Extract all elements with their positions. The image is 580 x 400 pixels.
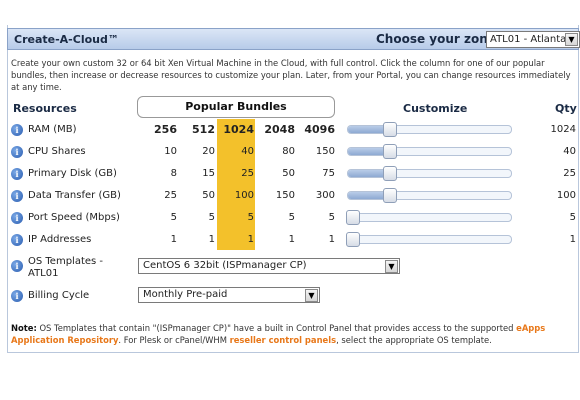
resource-label: RAM (MB) <box>28 124 77 135</box>
resource-label: Data Transfer (GB) <box>28 190 121 201</box>
zone-select[interactable]: ATL01 - Atlanta ▼ <box>486 31 580 48</box>
panel-titlebar: Create-A-Cloud™ Choose your zone: ATL01 … <box>7 28 580 50</box>
chevron-down-icon[interactable]: ▼ <box>385 260 398 273</box>
qty-header: Qty <box>555 102 577 115</box>
bundle-value-cell[interactable]: 25 <box>216 168 254 179</box>
billing-cycle-label: Billing Cycle <box>28 290 90 301</box>
slider-thumb[interactable] <box>346 210 360 225</box>
bundle-value-cell[interactable]: 15 <box>177 168 215 179</box>
slider-thumb[interactable] <box>382 122 397 137</box>
intro-text: Create your own custom 32 or 64 bit Xen … <box>11 58 571 92</box>
note-prefix: Note: <box>11 323 37 333</box>
resource-row: i Port Speed (Mbps) 5 5 5 5 5 5 <box>0 208 580 230</box>
resource-row: i Primary Disk (GB) 8 15 25 50 75 25 <box>0 164 580 186</box>
resource-slider-track[interactable] <box>347 191 512 200</box>
slider-thumb[interactable] <box>346 232 360 247</box>
slider-thumb[interactable] <box>382 188 397 203</box>
info-icon[interactable]: i <box>11 260 23 272</box>
resource-label: CPU Shares <box>28 146 86 157</box>
note-text-3: , select the appropriate OS template. <box>336 335 492 345</box>
qty-value: 40 <box>563 146 576 157</box>
resource-row: i IP Addresses 1 1 1 1 1 1 <box>0 230 580 252</box>
resource-slider-track[interactable] <box>347 169 512 178</box>
qty-value: 1 <box>569 234 576 245</box>
billing-cycle-select[interactable]: Monthly Pre-paid ▼ <box>138 287 320 303</box>
chevron-down-icon[interactable]: ▼ <box>305 289 318 302</box>
qty-value: 5 <box>569 212 576 223</box>
customize-header: Customize <box>403 102 468 115</box>
bundle-value-cell[interactable]: 5 <box>177 212 215 223</box>
bundle-value-cell[interactable]: 4096 <box>297 123 335 136</box>
qty-value: 25 <box>563 168 576 179</box>
info-icon[interactable]: i <box>11 190 23 202</box>
bundle-value-cell[interactable]: 256 <box>139 123 177 136</box>
note-text-2: . For Plesk or cPanel/WHM <box>118 335 230 345</box>
os-templates-label: OS Templates - ATL01 <box>28 256 104 279</box>
bundle-value-cell[interactable]: 100 <box>216 190 254 201</box>
bundle-value-cell[interactable]: 1 <box>177 234 215 245</box>
slider-thumb[interactable] <box>382 166 397 181</box>
info-icon[interactable]: i <box>11 168 23 180</box>
bundle-value-cell[interactable]: 8 <box>139 168 177 179</box>
note-text-1: OS Templates that contain "(ISPmanager C… <box>36 323 517 333</box>
zone-label: Choose your zone: <box>376 32 501 46</box>
bundle-value-cell[interactable]: 5 <box>139 212 177 223</box>
bundle-value-cell[interactable]: 25 <box>139 190 177 201</box>
bundle-value-cell[interactable]: 1 <box>216 234 254 245</box>
popular-bundles-header: Popular Bundles <box>137 96 335 118</box>
resource-slider-track[interactable] <box>347 147 512 156</box>
qty-value: 1024 <box>550 124 576 135</box>
bundle-value-cell[interactable]: 1024 <box>216 123 254 136</box>
resource-row: i RAM (MB) 256 512 1024 2048 4096 1024 <box>0 120 580 142</box>
bundle-value-cell[interactable]: 1 <box>257 234 295 245</box>
bundle-value-cell[interactable]: 512 <box>177 123 215 136</box>
bundle-value-cell[interactable]: 40 <box>216 146 254 157</box>
resource-label: Primary Disk (GB) <box>28 168 117 179</box>
info-icon[interactable]: i <box>11 212 23 224</box>
resource-slider-track[interactable] <box>347 213 512 222</box>
zone-select-value: ATL01 - Atlanta <box>490 34 567 45</box>
info-icon[interactable]: i <box>11 124 23 136</box>
note-text: Note: OS Templates that contain "(ISPman… <box>11 322 571 346</box>
bundle-value-cell[interactable]: 5 <box>216 212 254 223</box>
bundle-value-cell[interactable]: 80 <box>257 146 295 157</box>
resources-header: Resources <box>13 102 77 115</box>
bundle-value-cell[interactable]: 50 <box>177 190 215 201</box>
bundle-value-cell[interactable]: 1 <box>297 234 335 245</box>
billing-cycle-row: i Billing Cycle Monthly Pre-paid ▼ <box>0 286 580 308</box>
bundle-value-cell[interactable]: 20 <box>177 146 215 157</box>
resource-row: i Data Transfer (GB) 25 50 100 150 300 100 <box>0 186 580 208</box>
info-icon[interactable]: i <box>11 234 23 246</box>
bundle-value-cell[interactable]: 5 <box>257 212 295 223</box>
resource-label: IP Addresses <box>28 234 92 245</box>
panel-title: Create-A-Cloud™ <box>14 33 119 46</box>
resource-slider-track[interactable] <box>347 235 512 244</box>
resource-slider-track[interactable] <box>347 125 512 134</box>
bundle-value-cell[interactable]: 2048 <box>257 123 295 136</box>
bundle-value-cell[interactable]: 1 <box>139 234 177 245</box>
os-template-select[interactable]: CentOS 6 32bit (ISPmanager CP) ▼ <box>138 258 400 274</box>
resource-row: i CPU Shares 10 20 40 80 150 40 <box>0 142 580 164</box>
bundle-value-cell[interactable]: 150 <box>297 146 335 157</box>
bundle-value-cell[interactable]: 50 <box>257 168 295 179</box>
bundle-value-cell[interactable]: 5 <box>297 212 335 223</box>
bundle-value-cell[interactable]: 10 <box>139 146 177 157</box>
info-icon[interactable]: i <box>11 290 23 302</box>
bundle-value-cell[interactable]: 75 <box>297 168 335 179</box>
qty-value: 100 <box>556 190 576 201</box>
bundle-value-cell[interactable]: 300 <box>297 190 335 201</box>
info-icon[interactable]: i <box>11 146 23 158</box>
billing-cycle-value: Monthly Pre-paid <box>143 289 228 300</box>
slider-thumb[interactable] <box>382 144 397 159</box>
bundle-value-cell[interactable]: 150 <box>257 190 295 201</box>
reseller-control-panels-link[interactable]: reseller control panels <box>230 335 336 345</box>
chevron-down-icon[interactable]: ▼ <box>565 33 578 46</box>
os-template-value: CentOS 6 32bit (ISPmanager CP) <box>143 260 307 271</box>
os-templates-row: i OS Templates - ATL01 CentOS 6 32bit (I… <box>0 256 580 284</box>
resource-label: Port Speed (Mbps) <box>28 212 120 223</box>
